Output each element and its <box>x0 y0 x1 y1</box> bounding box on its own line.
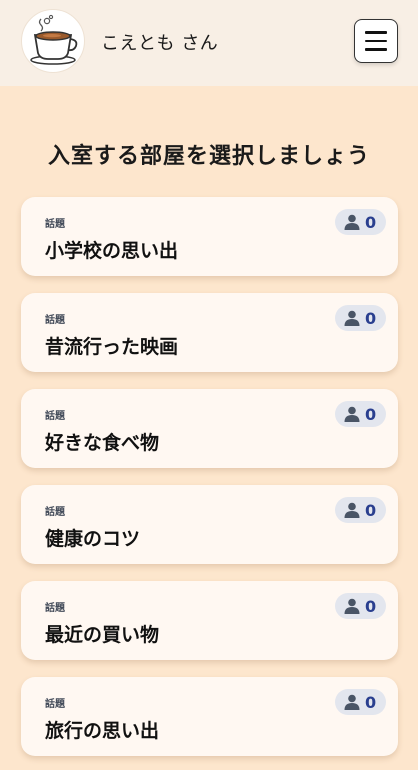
person-icon <box>344 214 360 230</box>
participant-count-badge: 0 <box>335 689 386 715</box>
room-list: 話題 小学校の思い出 0 話題 昔流行った映画 0 話題 好きな食べ物 0 話題… <box>21 197 398 770</box>
participant-count-badge: 0 <box>335 305 386 331</box>
hamburger-menu-button[interactable] <box>354 19 398 63</box>
participant-count-badge: 0 <box>335 497 386 523</box>
room-name: 最近の買い物 <box>45 624 160 646</box>
person-icon <box>344 310 360 326</box>
avatar[interactable] <box>21 9 85 73</box>
room-card[interactable]: 話題 旅行の思い出 0 <box>21 677 398 756</box>
room-name: 小学校の思い出 <box>45 240 179 262</box>
room-name: 昔流行った映画 <box>45 336 179 358</box>
room-category-label: 話題 <box>45 603 65 614</box>
person-icon <box>344 406 360 422</box>
room-card[interactable]: 話題 昔流行った映画 0 <box>21 293 398 372</box>
person-icon <box>344 694 360 710</box>
participant-count-badge: 0 <box>335 401 386 427</box>
person-icon <box>344 598 360 614</box>
participant-count: 0 <box>365 500 377 520</box>
participant-count-badge: 0 <box>335 593 386 619</box>
room-name: 健康のコツ <box>45 528 141 550</box>
hamburger-menu-icon <box>365 31 387 34</box>
person-icon <box>344 502 360 518</box>
participant-count: 0 <box>365 308 377 328</box>
participant-count: 0 <box>365 692 377 712</box>
room-name: 好きな食べ物 <box>45 432 160 454</box>
participant-count-badge: 0 <box>335 209 386 235</box>
room-card[interactable]: 話題 好きな食べ物 0 <box>21 389 398 468</box>
page-title: 入室する部屋を選択しましょう <box>47 144 370 169</box>
room-card[interactable]: 話題 小学校の思い出 0 <box>21 197 398 276</box>
participant-count: 0 <box>365 404 377 424</box>
room-category-label: 話題 <box>45 411 65 422</box>
room-category-label: 話題 <box>45 315 65 326</box>
room-category-label: 話題 <box>45 219 65 230</box>
app-header: こえとも さん <box>0 0 418 86</box>
room-category-label: 話題 <box>45 507 65 518</box>
participant-count: 0 <box>365 596 377 616</box>
username-label: こえとも さん <box>101 33 219 54</box>
room-card[interactable]: 話題 最近の買い物 0 <box>21 581 398 660</box>
room-category-label: 話題 <box>45 699 65 710</box>
room-card[interactable]: 話題 健康のコツ 0 <box>21 485 398 564</box>
participant-count: 0 <box>365 212 377 232</box>
coffee-cup-icon <box>30 14 78 65</box>
room-name: 旅行の思い出 <box>45 720 160 742</box>
